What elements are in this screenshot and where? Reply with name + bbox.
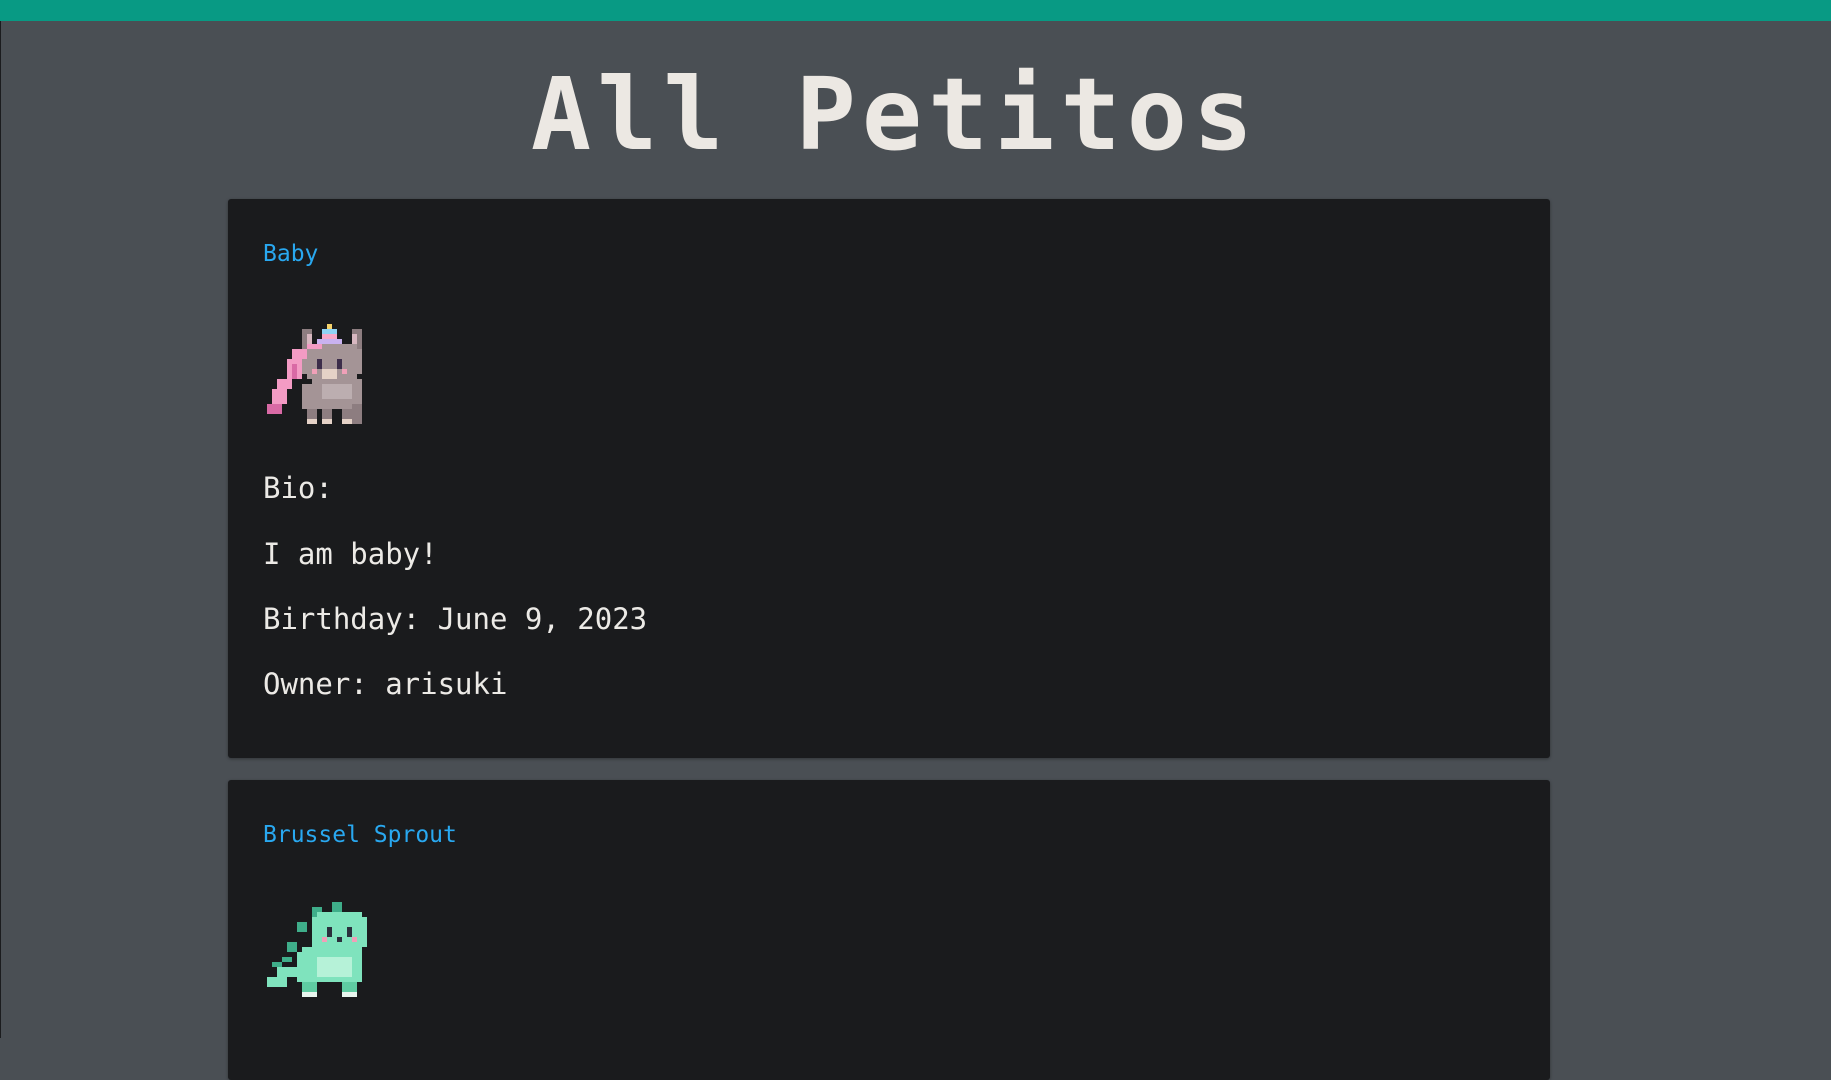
bio-text: I am baby!: [263, 537, 438, 571]
pet-card: Brussel Sprout: [228, 780, 1550, 1080]
birthday-text: Birthday: June 9, 2023: [263, 602, 648, 636]
pet-card: Baby Bio: I am baby! Birthday: June 9, 2…: [228, 199, 1550, 758]
pet-name-link[interactable]: Brussel Sprout: [263, 822, 457, 848]
bio-label: Bio:: [263, 471, 333, 505]
dinosaur-pixel-icon: [262, 892, 392, 1022]
page-title: All Petitos: [530, 56, 1260, 173]
owner-text: Owner: arisuki: [263, 667, 508, 701]
unicorn-pixel-icon: [262, 319, 392, 449]
top-accent-bar: [0, 0, 1831, 21]
window-edge: [0, 21, 1, 1038]
pet-name-link[interactable]: Baby: [263, 241, 318, 267]
